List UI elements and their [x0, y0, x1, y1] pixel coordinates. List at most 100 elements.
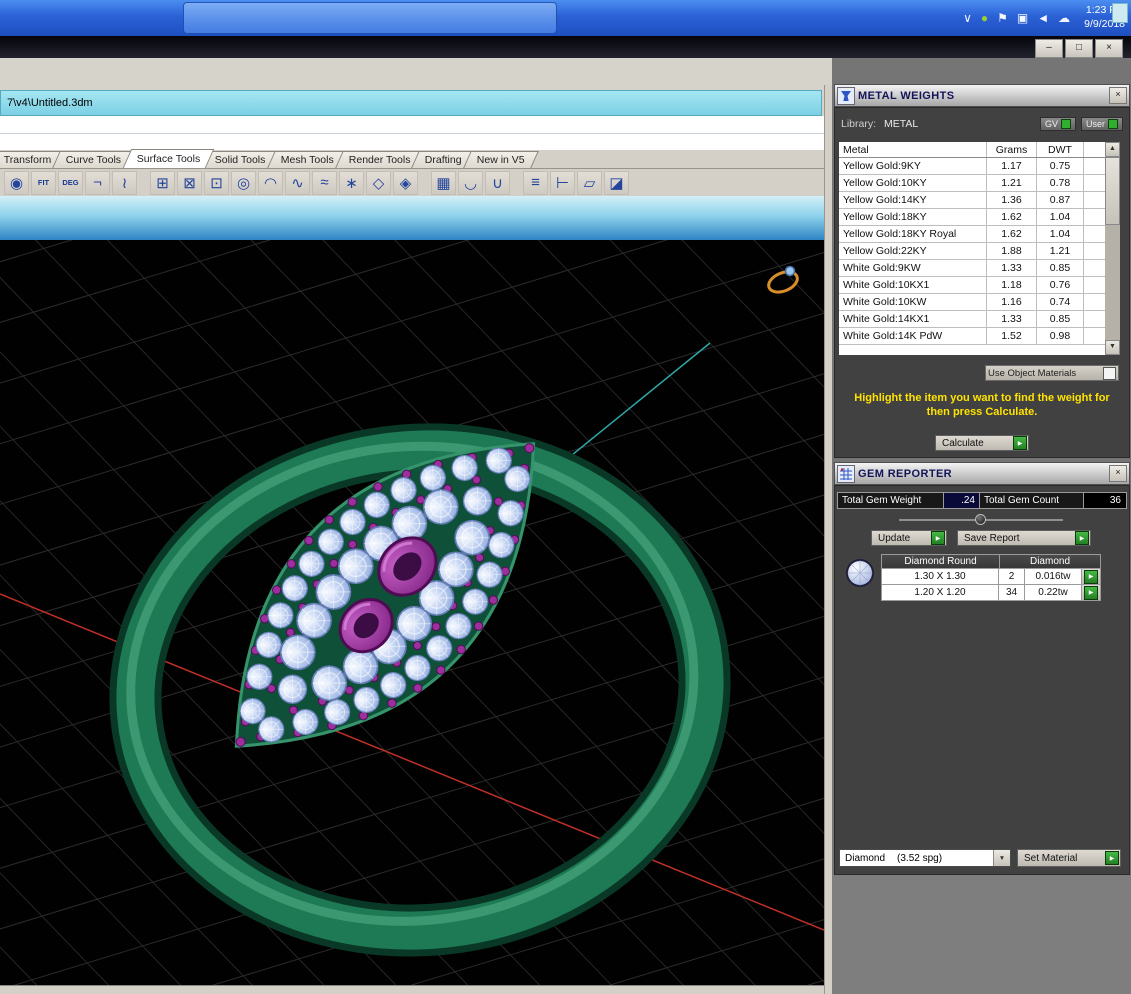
metal-table-row[interactable]: Yellow Gold:10KY 1.21 0.78: [839, 175, 1105, 192]
scroll-up-icon[interactable]: ▲: [1105, 142, 1120, 157]
sweep-one-rail-icon[interactable]: ∿: [285, 170, 310, 195]
tab-surface-tools[interactable]: Surface Tools: [122, 149, 215, 168]
flag-icon[interactable]: ⚑: [997, 12, 1008, 24]
gem-reporter-icon: [837, 464, 855, 483]
fit-curve-icon[interactable]: FIT: [31, 170, 56, 195]
use-object-materials-checkbox[interactable]: [1103, 366, 1116, 380]
metal-grams: 1.18: [987, 277, 1037, 293]
record-history-icon[interactable]: ◉: [4, 170, 29, 195]
metal-table-row[interactable]: Yellow Gold:9KY 1.17 0.75: [839, 158, 1105, 175]
sweep-two-rails-icon[interactable]: ≈: [312, 170, 337, 195]
user-library-button[interactable]: User: [1080, 117, 1123, 131]
material-select[interactable]: Diamond (3.52 spg) ▼: [839, 849, 1011, 867]
drape-icon[interactable]: ◈: [393, 170, 418, 195]
adjust-end-bulge-icon[interactable]: ¬: [85, 170, 110, 195]
gv-library-button[interactable]: GV: [1039, 117, 1076, 131]
volume-icon[interactable]: ◄: [1037, 12, 1049, 24]
taskbar-app-button[interactable]: [183, 2, 557, 34]
document-titlebar: 7\v4\Untitled.3dm: [0, 90, 822, 116]
material-dropdown-icon[interactable]: ▼: [993, 850, 1010, 866]
metal-table-scrollbar[interactable]: ▲ ▼: [1105, 142, 1120, 355]
blend-surface-icon[interactable]: ∪: [485, 170, 510, 195]
close-button[interactable]: ×: [1095, 39, 1123, 58]
set-material-button[interactable]: Set Material ▶: [1017, 849, 1121, 867]
set-material-arrow-icon[interactable]: ▶: [1105, 851, 1119, 865]
loft-icon[interactable]: ◠: [258, 170, 283, 195]
cloud-icon[interactable]: ☁: [1058, 12, 1070, 24]
metal-table-row[interactable]: Yellow Gold:14KY 1.36 0.87: [839, 192, 1105, 209]
calculate-label: Calculate: [942, 437, 984, 449]
metal-table-row[interactable]: Yellow Gold:18KY 1.62 1.04: [839, 209, 1105, 226]
metal-weights-close-icon[interactable]: ×: [1109, 87, 1127, 104]
slider-knob[interactable]: [975, 514, 986, 525]
surface-from-points-icon[interactable]: ⊞: [150, 170, 175, 195]
use-object-materials-label: Use Object Materials: [988, 367, 1077, 379]
app-right-edge: [824, 85, 832, 994]
gem-row-arrow-icon[interactable]: ▶: [1084, 585, 1098, 600]
restore-button[interactable]: □: [1065, 39, 1093, 58]
metal-table-row[interactable]: White Gold:14KX1 1.33 0.85: [839, 311, 1105, 328]
metal-table-row[interactable]: Yellow Gold:18KY Royal 1.62 1.04: [839, 226, 1105, 243]
unroll-surface-icon[interactable]: ▱: [577, 170, 602, 195]
update-button[interactable]: Update ▶: [871, 530, 947, 546]
gem-size: 1.30 X 1.30: [882, 569, 999, 584]
surface-tools-toolbar: ◉ FIT DEG ¬ ≀ ⊞ ⊠ ⊡ ◎ ◠ ∿ ≈ ∗ ◇ ◈ ▦ ◡ ∪ ≡ ⊢ ▱ ◪: [0, 169, 824, 196]
network-surface-icon[interactable]: ∗: [339, 170, 364, 195]
status-green-icon[interactable]: ●: [981, 12, 988, 24]
metal-table-row[interactable]: White Gold:14K PdW 1.52 0.98: [839, 328, 1105, 345]
material-density: (3.52 spg): [897, 852, 943, 864]
gem-size-slider[interactable]: [899, 514, 1063, 526]
surface-from-edges-icon[interactable]: ⊠: [177, 170, 202, 195]
tab-new-in-v5[interactable]: New in V5: [463, 151, 539, 168]
use-object-materials-control[interactable]: Use Object Materials: [985, 365, 1119, 381]
fillet-surface-icon[interactable]: ◡: [458, 170, 483, 195]
tab-label: New in V5: [476, 154, 525, 166]
update-arrow-icon[interactable]: ▶: [931, 531, 945, 545]
metal-table-row[interactable]: White Gold:10KW 1.16 0.74: [839, 294, 1105, 311]
gem-row-action-button[interactable]: ▶: [1082, 569, 1100, 584]
gem-reporter-header[interactable]: GEM REPORTER ×: [834, 462, 1130, 485]
offset-surface-icon[interactable]: ≡: [523, 170, 548, 195]
minimize-button[interactable]: –: [1035, 39, 1063, 58]
gem-row-arrow-icon[interactable]: ▶: [1084, 569, 1098, 584]
extend-surface-icon[interactable]: ⊢: [550, 170, 575, 195]
save-report-button[interactable]: Save Report ▶: [957, 530, 1091, 546]
change-degree-icon[interactable]: DEG: [58, 170, 83, 195]
metal-table-row[interactable]: Yellow Gold:22KY 1.88 1.21: [839, 243, 1105, 260]
adjust-seam-icon[interactable]: ≀: [112, 170, 137, 195]
metal-name: White Gold:14K PdW: [839, 328, 987, 344]
gem-reporter-title: GEM REPORTER: [858, 467, 953, 480]
taskbar: ∨ ● ⚑ ▣ ◄ ☁ 1:23 PM 9/9/2018: [0, 0, 1131, 36]
scroll-thumb[interactable]: [1105, 157, 1120, 225]
metal-table-row[interactable]: White Gold:9KW 1.33 0.85: [839, 260, 1105, 277]
revolve-icon[interactable]: ◎: [231, 170, 256, 195]
titlebar-scroll-button[interactable]: [1112, 3, 1128, 23]
metal-weights-title: METAL WEIGHTS: [858, 89, 955, 102]
total-gem-count-label: Total Gem Count: [980, 493, 1084, 508]
viewport-3d[interactable]: [0, 0, 1131, 994]
metal-dwt: 0.98: [1037, 328, 1084, 344]
gem-table-row[interactable]: 1.30 X 1.30 2 0.016tw ▶: [881, 569, 1101, 585]
tab-render-tools[interactable]: Render Tools: [334, 151, 425, 168]
metal-weights-panel: Library: METAL GV User Metal Grams DWT Y…: [834, 107, 1130, 458]
metal-name: Yellow Gold:10KY: [839, 175, 987, 191]
chevron-down-icon[interactable]: ∨: [963, 12, 972, 24]
scroll-down-icon[interactable]: ▼: [1105, 340, 1120, 355]
calculate-button[interactable]: Calculate ▶: [935, 435, 1029, 451]
gem-table-row[interactable]: 1.20 X 1.20 34 0.22tw ▶: [881, 585, 1101, 601]
display-icon[interactable]: ▣: [1017, 12, 1028, 24]
patch-icon[interactable]: ◇: [366, 170, 391, 195]
smash-surface-icon[interactable]: ◪: [604, 170, 629, 195]
metal-table-row[interactable]: White Gold:10KX1 1.18 0.76: [839, 277, 1105, 294]
gem-row-action-button[interactable]: ▶: [1082, 585, 1100, 600]
save-report-arrow-icon[interactable]: ▶: [1075, 531, 1089, 545]
heightfield-icon[interactable]: ▦: [431, 170, 456, 195]
gem-reporter-close-icon[interactable]: ×: [1109, 465, 1127, 482]
tab-label: Transform: [3, 154, 52, 166]
metal-grams: 1.62: [987, 209, 1037, 225]
calculate-arrow-icon[interactable]: ▶: [1013, 436, 1027, 450]
viewport-canvas[interactable]: [0, 0, 1131, 994]
metal-weights-header[interactable]: METAL WEIGHTS ×: [834, 84, 1130, 107]
tab-label: Mesh Tools: [280, 154, 334, 166]
corner-points-surface-icon[interactable]: ⊡: [204, 170, 229, 195]
